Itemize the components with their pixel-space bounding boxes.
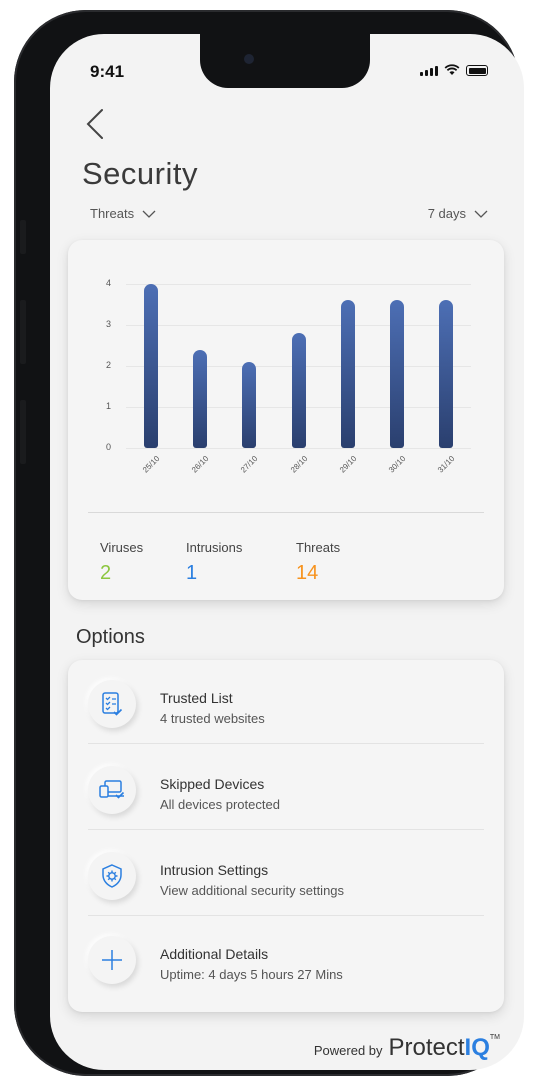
chart-bar	[439, 300, 454, 448]
threats-count: 14	[296, 562, 319, 584]
viruses-count: 2	[100, 562, 112, 584]
option-title: Intrusion Settings	[160, 862, 269, 878]
volume-up-button	[20, 300, 26, 364]
option-title: Additional Details	[160, 946, 269, 962]
option-trusted-list[interactable]: Trusted List 4 trusted websites	[68, 660, 504, 744]
brand-logo-text-b: IQ	[464, 1034, 490, 1061]
y-tick-label: 4	[106, 278, 112, 288]
options-section-title: Options	[76, 626, 145, 648]
chart-bar	[192, 349, 207, 448]
chart-bar	[390, 300, 405, 448]
chart-bar	[291, 333, 306, 448]
powered-by-text: Powered by	[313, 1043, 383, 1058]
phone-frame: 9:41 Security Threats 7 days 4 3 2 1 0 25/…	[14, 10, 524, 1076]
brand-logo: ProtectIQTM	[389, 1034, 500, 1062]
brand-logo-text-a: Protect	[388, 1034, 465, 1061]
viruses-label: Viruses	[100, 540, 144, 555]
option-title: Skipped Devices	[160, 776, 265, 792]
checklist-icon	[88, 680, 136, 728]
x-tick-label: 26/10	[189, 454, 211, 475]
option-skipped-devices[interactable]: Skipped Devices All devices protected	[68, 746, 504, 830]
metric-dropdown[interactable]: Threats	[90, 206, 156, 221]
range-dropdown-value: 7 days	[427, 206, 466, 221]
page-title: Security	[82, 156, 198, 191]
volume-down-button	[20, 400, 26, 464]
range-dropdown[interactable]: 7 days	[428, 206, 488, 221]
app-screen: 9:41 Security Threats 7 days 4 3 2 1 0 25/…	[50, 34, 524, 1070]
option-subtitle: 4 trusted websites	[160, 711, 265, 726]
status-time: 9:41	[90, 62, 125, 81]
camera-icon	[244, 54, 254, 64]
y-tick-label: 1	[106, 401, 112, 411]
status-icons	[420, 64, 488, 76]
back-chevron-icon[interactable]	[82, 104, 110, 144]
divider	[88, 743, 484, 744]
intrusions-label: Intrusions	[186, 540, 243, 555]
x-tick-label: 30/10	[386, 454, 408, 475]
signal-icon	[420, 66, 438, 76]
wifi-icon	[444, 64, 460, 75]
divider	[88, 512, 484, 513]
gridline	[126, 448, 471, 449]
gridline	[126, 284, 471, 285]
y-tick-label: 2	[106, 360, 112, 370]
mute-switch	[20, 220, 26, 254]
options-card: Trusted List 4 trusted websites Skipped …	[68, 660, 504, 1012]
option-subtitle: All devices protected	[160, 797, 280, 812]
y-tick-label: 3	[106, 319, 112, 329]
gridline	[126, 325, 471, 326]
x-tick-label: 25/10	[140, 454, 162, 475]
battery-icon	[466, 65, 488, 76]
chart-bar	[143, 284, 158, 448]
intrusions-count: 1	[186, 562, 198, 584]
divider	[88, 829, 484, 830]
metric-dropdown-value: Threats	[90, 206, 135, 221]
chevron-down-icon	[142, 210, 156, 218]
y-tick-label: 0	[106, 442, 112, 452]
option-intrusion-settings[interactable]: Intrusion Settings View additional secur…	[68, 832, 504, 916]
option-additional-details[interactable]: Additional Details Uptime: 4 days 5 hour…	[68, 916, 504, 1000]
chart-bar	[242, 361, 257, 448]
x-tick-label: 31/10	[436, 454, 457, 475]
option-subtitle: Uptime: 4 days 5 hours 27 Mins	[160, 967, 343, 982]
chart-bar	[340, 300, 355, 448]
threats-label: Threats	[296, 540, 341, 555]
option-title: Trusted List	[160, 690, 233, 706]
powered-by-footer: Powered by ProtectIQTM	[314, 1034, 500, 1062]
x-tick-label: 27/10	[239, 454, 260, 475]
notch	[200, 34, 370, 88]
trademark: TM	[489, 1034, 500, 1041]
option-subtitle: View additional security settings	[160, 883, 345, 898]
chevron-down-icon	[474, 210, 488, 218]
devices-icon	[88, 766, 136, 814]
threats-chart-card: 4 3 2 1 0 25/10 26/10 27/10 28/10 29/10 30/10 31/10…	[68, 240, 504, 600]
shield-gear-icon	[88, 852, 136, 900]
x-tick-label: 29/10	[337, 454, 359, 475]
x-tick-label: 28/10	[288, 454, 309, 475]
plus-icon	[88, 936, 136, 984]
